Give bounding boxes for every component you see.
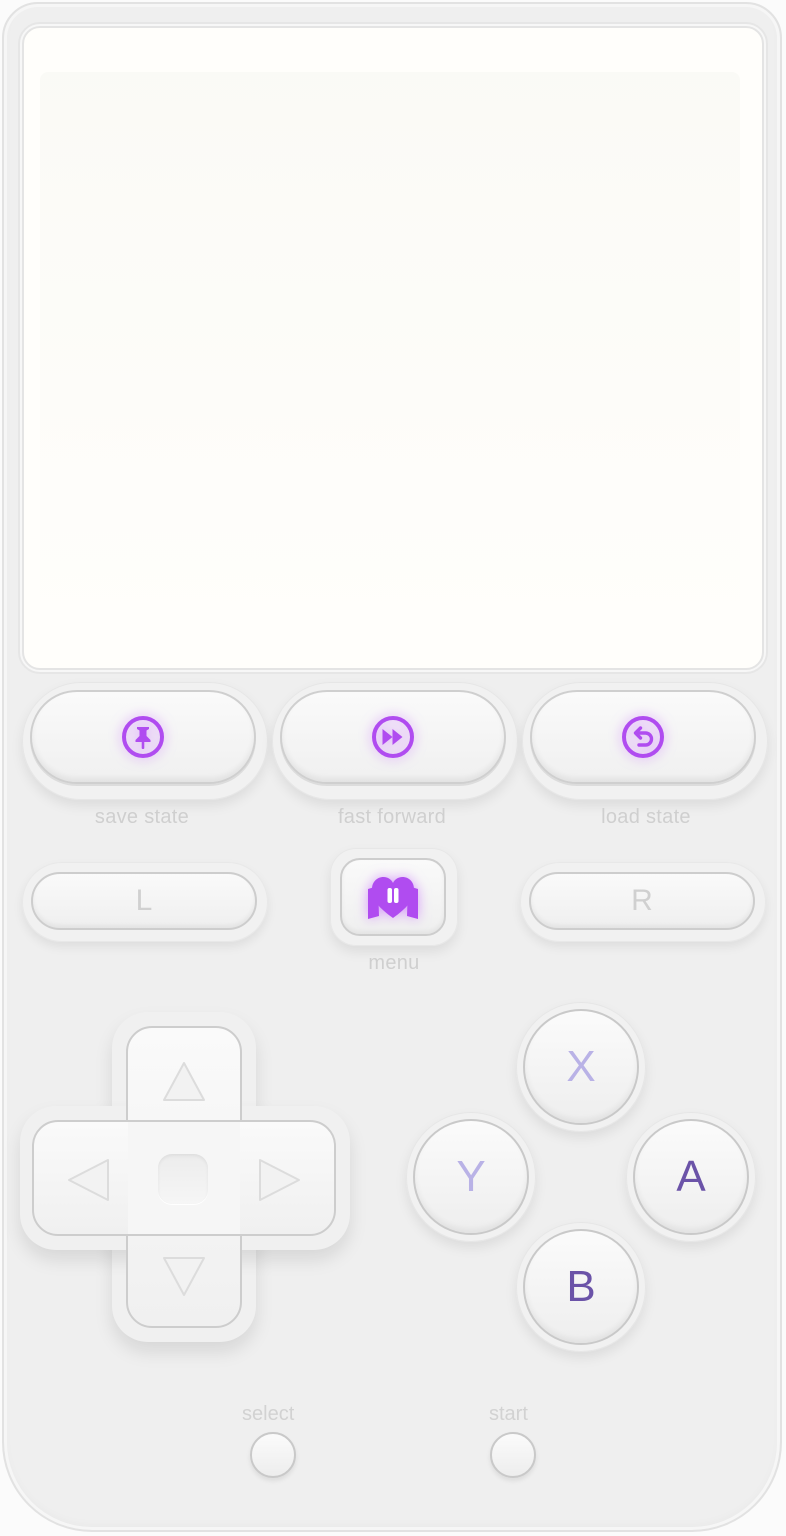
down-arrow-icon	[163, 1257, 205, 1296]
save-state-label: save state	[94, 806, 190, 828]
x-button[interactable]: X	[523, 1009, 639, 1125]
left-arrow-icon	[68, 1159, 109, 1201]
fast-forward-icon	[371, 715, 415, 759]
select-button[interactable]	[250, 1432, 296, 1478]
undo-icon	[621, 715, 665, 759]
start-label: start	[489, 1403, 528, 1425]
y-button-housing: Y	[406, 1112, 536, 1242]
fast-forward-button-housing	[272, 682, 518, 800]
dpad-center	[158, 1154, 208, 1204]
l-button-housing: L	[22, 862, 268, 942]
b-button[interactable]: B	[523, 1229, 639, 1345]
right-arrow-icon	[259, 1159, 300, 1201]
save-state-button-housing	[22, 682, 268, 800]
select-label: select	[242, 1403, 295, 1425]
x-button-housing: X	[516, 1002, 646, 1132]
menu-button-housing	[330, 848, 458, 946]
start-button[interactable]	[490, 1432, 536, 1478]
dpad-down-button[interactable]	[154, 1246, 214, 1306]
load-state-label: load state	[601, 806, 691, 828]
b-button-housing: B	[516, 1222, 646, 1352]
menu-button[interactable]	[340, 858, 446, 936]
fast-forward-label: fast forward	[337, 806, 447, 828]
fast-forward-button[interactable]	[280, 690, 506, 784]
heart-icon	[365, 872, 421, 922]
up-arrow-icon	[163, 1062, 205, 1101]
dpad-right-button[interactable]	[250, 1150, 310, 1210]
save-state-button[interactable]	[30, 690, 256, 784]
pin-icon	[121, 715, 165, 759]
dpad-left-button[interactable]	[58, 1150, 118, 1210]
load-state-button-housing	[522, 682, 768, 800]
a-button[interactable]: A	[633, 1119, 749, 1235]
y-button[interactable]: Y	[413, 1119, 529, 1235]
dpad-up-button[interactable]	[154, 1052, 214, 1112]
load-state-button[interactable]	[530, 690, 756, 784]
menu-label: menu	[368, 952, 420, 974]
r-button[interactable]: R	[529, 872, 755, 930]
l-button[interactable]: L	[31, 872, 257, 930]
a-button-housing: A	[626, 1112, 756, 1242]
r-button-housing: R	[520, 862, 766, 942]
screen-glare	[40, 72, 740, 632]
